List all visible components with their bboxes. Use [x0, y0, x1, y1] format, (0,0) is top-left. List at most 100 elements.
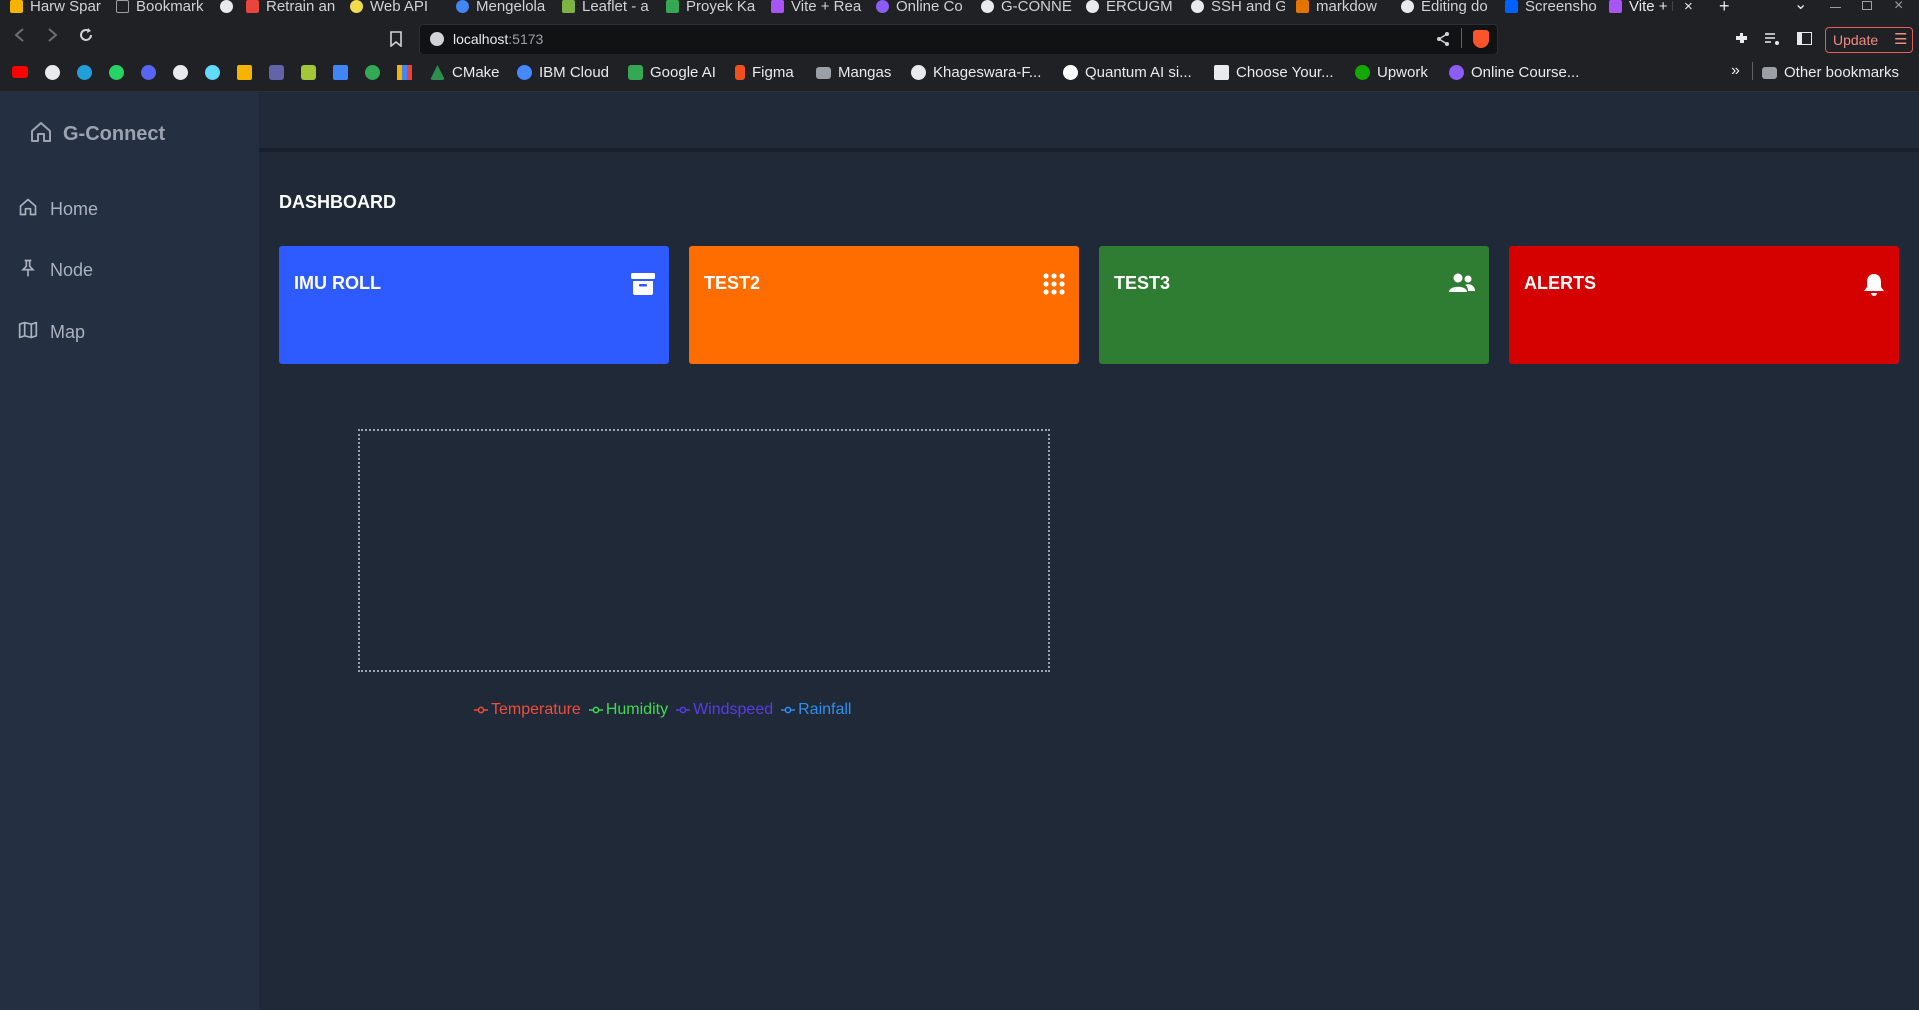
url-text: localhost:5173 [453, 31, 544, 47]
browser-tab[interactable]: Retrain an [246, 0, 342, 16]
teams-icon[interactable] [269, 65, 284, 80]
browser-tab[interactable]: Vite + Rea [771, 0, 865, 16]
browser-tab[interactable]: ERCUGM [1086, 0, 1180, 16]
loading-circle-icon [220, 0, 233, 13]
drive-icon [666, 0, 679, 13]
legend-line-icon [781, 706, 796, 714]
site-info-icon[interactable] [430, 32, 444, 46]
other-bookmarks-folder[interactable]: Other bookmarks [1762, 64, 1899, 81]
legend-item-windspeed[interactable]: Windspeed [676, 701, 773, 719]
browser-tab[interactable]: Proyek Ka [666, 0, 760, 16]
bookmark-cmake[interactable]: CMake [430, 64, 500, 81]
analytics-icon[interactable] [397, 65, 412, 80]
forward-icon[interactable] [45, 27, 59, 45]
card-alerts[interactable]: ALERTS [1509, 246, 1899, 364]
browser-tab[interactable]: SSH and G [1191, 0, 1285, 16]
youtube-icon[interactable] [12, 66, 28, 78]
reload-icon[interactable] [78, 27, 94, 46]
discord-icon[interactable] [141, 65, 156, 80]
bookmark-manager-icon [116, 0, 129, 13]
nav-item-label: Node [50, 260, 94, 280]
card-imu-roll[interactable]: IMU ROLL [279, 246, 669, 364]
bookmark-khageswara[interactable]: Khageswara-F... [911, 64, 1041, 81]
apps-icon[interactable] [365, 65, 380, 80]
bookmark-folder-mangas[interactable]: Mangas [816, 64, 891, 81]
tab-search-icon[interactable]: ⌄ [1794, 0, 1807, 13]
github-icon [911, 65, 926, 80]
bookmark-google-ai[interactable]: Google AI [628, 64, 716, 81]
bookmark-choose-your[interactable]: Choose Your... [1214, 64, 1334, 81]
browser-tab-active[interactable]: Vite + R [1609, 0, 1673, 16]
browser-tab[interactable]: G-CONNE [981, 0, 1075, 16]
pin-icon [18, 258, 38, 283]
brand[interactable]: G-Connect [29, 120, 165, 149]
bookmark-page-icon[interactable] [390, 31, 402, 52]
share-icon[interactable] [1435, 31, 1451, 52]
back-icon[interactable] [13, 27, 27, 45]
browser-tab[interactable]: Online Co [876, 0, 970, 16]
card-title: IMU ROLL [294, 273, 381, 293]
minimize-icon[interactable] [1830, 7, 1841, 8]
bookmark-figma[interactable]: Figma [735, 64, 794, 81]
bell-icon [1863, 273, 1885, 302]
browser-tab[interactable]: Bookmark [116, 0, 210, 16]
vite-icon [771, 0, 784, 13]
card-test3[interactable]: TEST3 [1099, 246, 1489, 364]
legend-item-temperature[interactable]: Temperature [474, 701, 581, 719]
brand-label: G-Connect [63, 123, 166, 145]
brave-shields-icon[interactable] [1473, 30, 1489, 48]
image-icon[interactable] [237, 65, 252, 80]
top-bar [259, 92, 1919, 152]
bookmark-quantum-ai[interactable]: Quantum AI si... [1063, 64, 1192, 81]
github-icon[interactable] [45, 65, 60, 80]
address-bar[interactable] [419, 24, 1498, 55]
map-icon [18, 320, 38, 345]
legend-item-rainfall[interactable]: Rainfall [781, 701, 851, 719]
tab-favicon-icon [10, 0, 23, 13]
android-icon[interactable] [301, 65, 316, 80]
card-test2[interactable]: TEST2 [689, 246, 1079, 364]
tab-favicon-icon [350, 0, 363, 13]
extensions-icon[interactable] [1734, 31, 1750, 52]
media-controls-icon[interactable] [1764, 32, 1780, 51]
nav-item-home[interactable]: Home [18, 197, 98, 222]
close-tab-icon[interactable]: × [1684, 0, 1693, 14]
globe-icon[interactable] [173, 65, 188, 80]
chart-legend: Temperature Humidity Windspeed Rainfall [474, 701, 851, 719]
archive-icon [631, 273, 655, 300]
browser-tab[interactable]: Editing do [1401, 0, 1495, 16]
card-title: TEST2 [704, 273, 761, 293]
browser-tab[interactable]: Web API [350, 0, 444, 16]
tab-favicon-icon [1296, 0, 1309, 13]
update-button[interactable]: Update ☰ [1825, 27, 1913, 53]
restore-icon[interactable] [1862, 1, 1872, 10]
browser-tab[interactable] [220, 0, 238, 16]
browser-tab[interactable]: markdow [1296, 0, 1390, 16]
sidebar-toggle-icon[interactable] [1797, 32, 1812, 45]
upwork-icon [1355, 65, 1370, 80]
telegram-icon[interactable] [77, 65, 92, 80]
react-icon[interactable] [205, 65, 220, 80]
browser-tab[interactable]: Mengelola [456, 0, 552, 16]
nav-item-map[interactable]: Map [18, 320, 85, 345]
whatsapp-icon[interactable] [109, 65, 124, 80]
browser-tab-strip: Harw Spar Bookmark Retrain an Web API Me… [0, 0, 1919, 16]
browser-tab[interactable]: Harw Spar [10, 0, 102, 16]
browser-tab[interactable]: Leaflet - a [562, 0, 654, 16]
calendar-icon[interactable] [333, 65, 348, 80]
folder-icon [1762, 66, 1777, 79]
bookmark-ibm-cloud[interactable]: IBM Cloud [517, 64, 609, 81]
folder-icon [816, 66, 831, 79]
figma-icon [735, 65, 745, 80]
tab-favicon-icon [876, 0, 889, 13]
legend-item-humidity[interactable]: Humidity [588, 701, 668, 719]
nav-item-node[interactable]: Node [18, 258, 93, 283]
bookmarks-overflow-button[interactable]: » [1731, 62, 1740, 80]
divider [1752, 62, 1753, 80]
new-tab-button[interactable]: + [1719, 0, 1730, 15]
course-icon [1449, 65, 1464, 80]
bookmark-online-course[interactable]: Online Course... [1449, 64, 1579, 81]
browser-tab[interactable]: Screensho [1505, 0, 1599, 16]
bookmark-upwork[interactable]: Upwork [1355, 64, 1428, 81]
window-close-icon[interactable]: × [1894, 0, 1903, 14]
